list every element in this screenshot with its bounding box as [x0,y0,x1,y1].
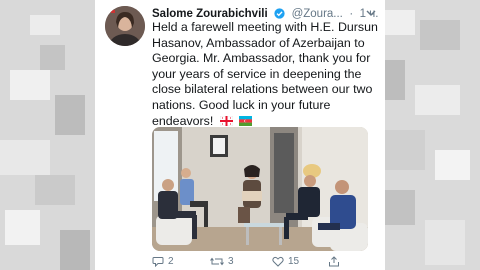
blurred-background-left [0,0,95,270]
like-icon [272,256,284,267]
author-handle[interactable]: @Zoura... [292,8,343,20]
tweet-text-container: Held a farewell meeting with H.E. Dursun… [152,20,378,130]
tweet-header: Salome Zourabichvili @Zoura... · 1 ч. [152,4,382,20]
blurred-background-right [370,0,480,270]
tweet-card[interactable]: Salome Zourabichvili @Zoura... · 1 ч. He… [95,0,385,270]
separator: · [349,8,354,20]
tweet-photo[interactable] [152,127,368,251]
retweet-icon [210,257,224,266]
chevron-down-icon[interactable] [365,5,377,16]
reply-button[interactable]: 2 [152,256,174,267]
share-button[interactable] [328,256,340,267]
reply-icon [152,257,164,267]
retweet-count: 3 [228,256,234,267]
avatar[interactable] [105,6,145,46]
reply-count: 2 [168,256,174,267]
retweet-button[interactable]: 3 [210,256,234,267]
like-button[interactable]: 15 [272,256,299,267]
author-name[interactable]: Salome Zourabichvili [152,8,268,20]
tweet-text: Held a farewell meeting with H.E. Dursun… [152,20,378,128]
like-count: 15 [288,256,300,267]
share-icon [329,256,339,267]
tweet-actions: 2 3 15 [152,256,378,270]
